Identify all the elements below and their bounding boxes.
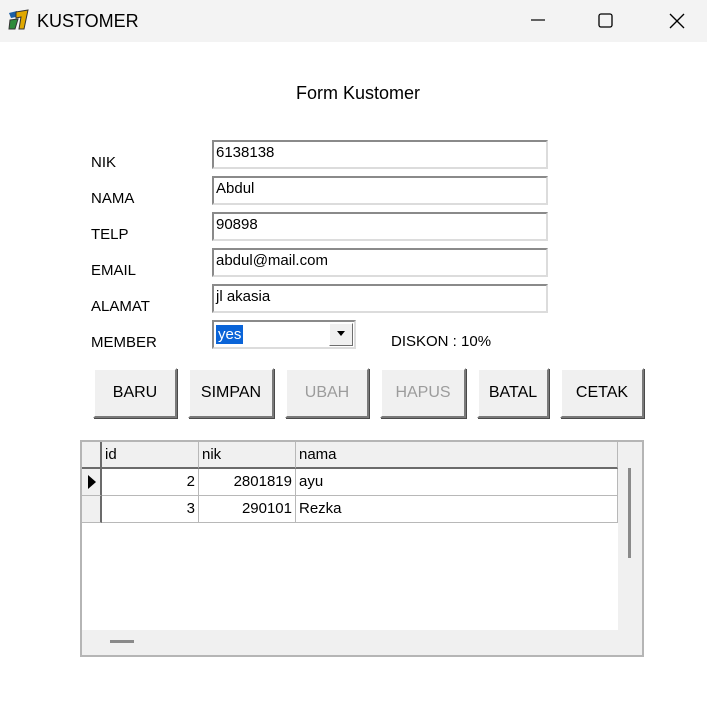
row-indicator[interactable] (82, 469, 102, 496)
form-title: Form Kustomer (296, 83, 421, 103)
member-dropdown-button[interactable] (329, 323, 353, 346)
simpan-button[interactable]: SIMPAN (188, 368, 274, 418)
member-label: MEMBER (91, 334, 157, 351)
current-row-arrow-icon (88, 475, 96, 489)
nik-label: NIK (91, 154, 117, 171)
batal-button[interactable]: BATAL (477, 368, 549, 418)
nama-field[interactable]: Abdul (212, 176, 548, 205)
table-cell-nama[interactable]: ayu (296, 469, 618, 496)
diskon-label: DISKON : 10% (391, 333, 492, 350)
minimize-icon (531, 19, 545, 21)
cetak-button[interactable]: CETAK (560, 368, 644, 418)
member-select[interactable]: yes (212, 320, 356, 349)
grid-corner (82, 442, 102, 469)
alamat-label: ALAMAT (91, 298, 150, 315)
chevron-down-icon (337, 331, 345, 336)
row-indicator[interactable] (82, 496, 102, 523)
table-cell-nik[interactable]: 290101 (199, 496, 296, 523)
close-button[interactable] (654, 0, 700, 42)
telp-field[interactable]: 90898 (212, 212, 548, 241)
vertical-scrollbar[interactable] (628, 468, 631, 558)
email-field[interactable]: abdul@mail.com (212, 248, 548, 277)
email-label: EMAIL (91, 262, 137, 279)
title-bar: KUSTOMER (0, 0, 707, 42)
table-cell-nik[interactable]: 2801819 (199, 469, 296, 496)
alamat-field[interactable]: jl akasia (212, 284, 548, 313)
column-header-nama[interactable]: nama (296, 442, 618, 469)
table-cell-id[interactable]: 2 (102, 469, 199, 496)
window-title: KUSTOMER (37, 11, 139, 31)
customer-grid[interactable]: id nik nama 2 2801819 ayu 3 290101 Rezka (80, 440, 644, 657)
nama-label: NAMA (91, 190, 135, 207)
column-header-id[interactable]: id (102, 442, 199, 469)
maximize-button[interactable] (583, 0, 629, 42)
delphi-helmet-icon (8, 9, 29, 30)
nik-field[interactable]: 6138138 (212, 140, 548, 169)
horizontal-scrollbar[interactable] (110, 640, 134, 643)
hapus-button[interactable]: HAPUS (380, 368, 466, 418)
baru-button[interactable]: BARU (93, 368, 177, 418)
maximize-icon (598, 13, 613, 28)
telp-label: TELP (91, 226, 129, 243)
table-cell-id[interactable]: 3 (102, 496, 199, 523)
ubah-button[interactable]: UBAH (285, 368, 369, 418)
table-cell-nama[interactable]: Rezka (296, 496, 618, 523)
minimize-button[interactable] (515, 0, 561, 42)
close-icon (669, 13, 685, 29)
member-selected-value: yes (216, 325, 244, 344)
column-header-nik[interactable]: nik (199, 442, 296, 469)
